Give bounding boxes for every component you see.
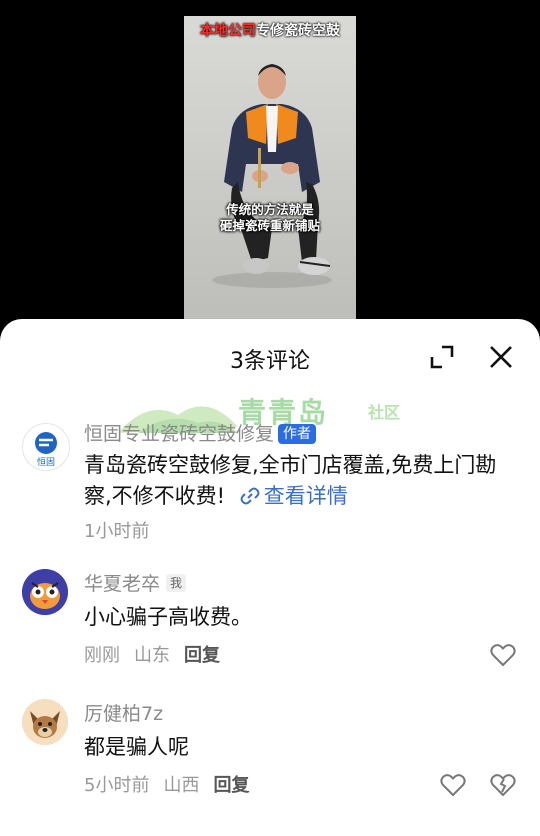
video-caption-red: 本地公司: [200, 23, 256, 39]
video-frame-person: [212, 64, 332, 288]
heart-icon[interactable]: [440, 773, 466, 797]
comment-count-title: 3条评论: [230, 349, 310, 374]
watermark-suffix: 社区: [368, 403, 401, 422]
dog-avatar-icon: [22, 699, 68, 745]
comment-author-name[interactable]: 华夏老卒我: [84, 569, 187, 596]
comment-text: 小心骗子高收费。: [84, 605, 252, 629]
reply-button[interactable]: 回复: [184, 645, 220, 666]
heart-icon[interactable]: [490, 643, 516, 667]
link-icon: [240, 487, 260, 505]
comment-meta: 5小时前 山西 回复: [84, 771, 263, 797]
view-details-link[interactable]: 查看详情: [232, 484, 348, 508]
reply-button[interactable]: 回复: [213, 775, 249, 796]
comment-time: 5小时前: [84, 775, 150, 796]
video-subtitle: 传统的方法就是 砸掉瓷砖重新铺贴: [184, 202, 356, 234]
video-player[interactable]: 本地公司专修瓷砖空鼓 传统的方法就是 砸掉瓷砖重新铺贴: [184, 16, 356, 320]
close-icon[interactable]: [487, 343, 515, 371]
comment-text: 都是骗人呢: [84, 735, 189, 759]
comment-author-name[interactable]: 厉健柏7z: [84, 699, 163, 726]
expand-icon[interactable]: [428, 343, 456, 371]
company-logo-icon: 恒固: [35, 432, 57, 468]
comment-time: 刚刚: [84, 645, 120, 666]
comment-author-name[interactable]: 恒固专业瓷砖空鼓修复 作者: [84, 419, 317, 446]
owl-avatar-icon: [22, 569, 68, 615]
broken-heart-icon[interactable]: [490, 773, 516, 797]
author-name-text[interactable]: 华夏老卒: [84, 573, 160, 595]
avatar[interactable]: [22, 699, 68, 745]
author-name-text[interactable]: 恒固专业瓷砖空鼓修复: [84, 423, 274, 445]
me-badge: 我: [166, 574, 187, 592]
avatar[interactable]: [22, 569, 68, 615]
avatar[interactable]: 恒固: [22, 423, 70, 471]
video-caption-white: 专修瓷砖空鼓: [256, 23, 340, 39]
video-subtitle-line1: 传统的方法就是: [226, 202, 314, 217]
comment-meta: 1小时前: [84, 517, 163, 543]
comment-location: 山东: [134, 645, 170, 666]
video-top-caption: 本地公司专修瓷砖空鼓: [184, 20, 356, 40]
author-badge: 作者: [278, 424, 317, 444]
comment-meta: 刚刚 山东 回复: [84, 641, 234, 667]
svg-text:恒固: 恒固: [37, 456, 55, 468]
comment-location: 山西: [163, 775, 200, 796]
video-subtitle-line2: 砸掉瓷砖重新铺贴: [219, 218, 320, 233]
comment-text: 青岛瓷砖空鼓修复,全市门店覆盖,免费上门勘察,不修不收费! 查看详情: [84, 450, 510, 512]
view-details-label[interactable]: 查看详情: [264, 484, 348, 508]
comment-sheet: 3条评论 青青岛 社区 恒固 恒固专业瓷砖空鼓修复 作者 青岛瓷砖空鼓修复,全市门…: [0, 319, 540, 836]
comment-time: 1小时前: [84, 521, 150, 542]
